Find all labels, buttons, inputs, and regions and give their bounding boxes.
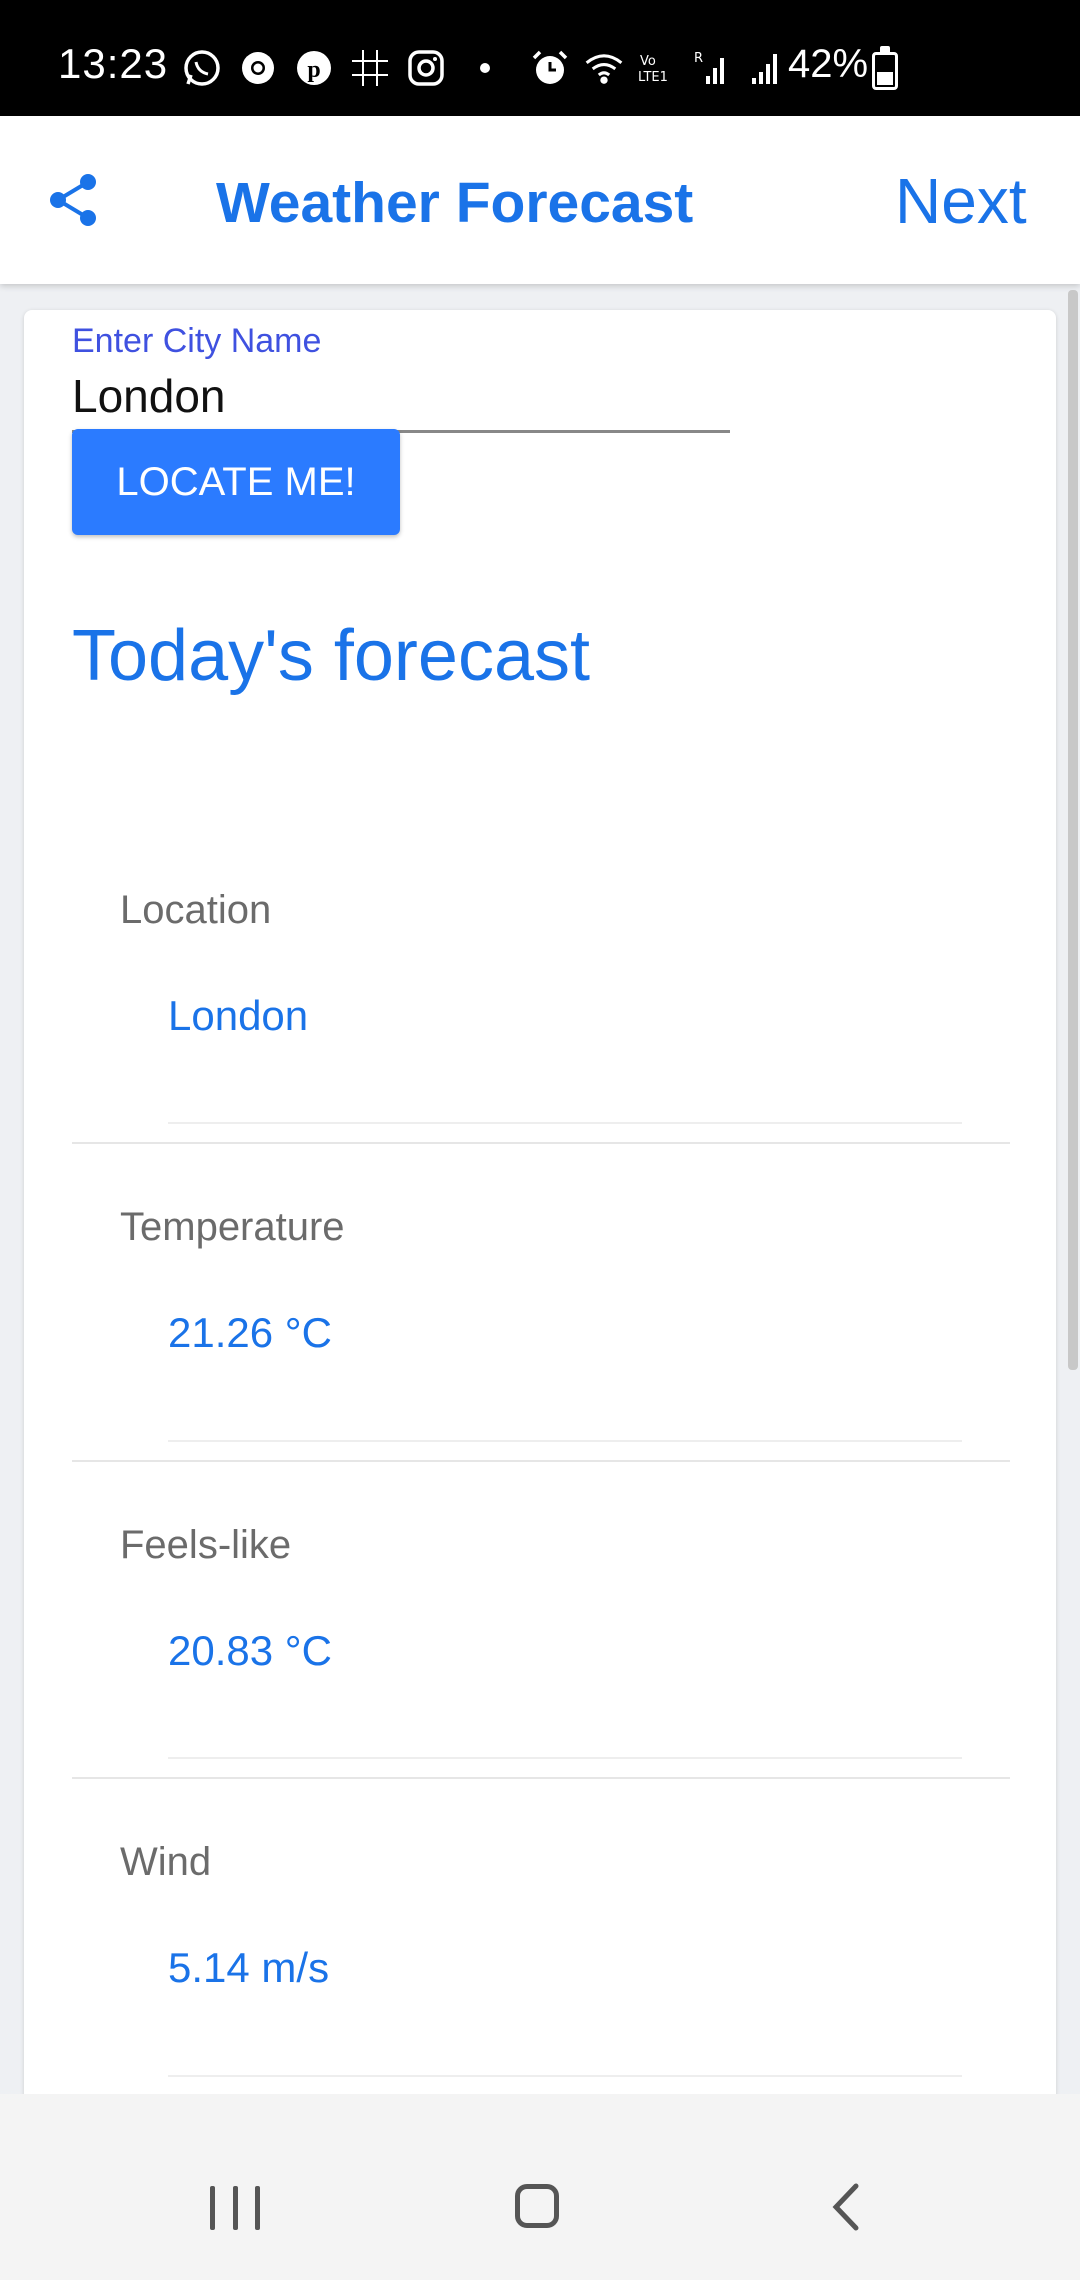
row-divider [72,1777,1010,1779]
forecast-card: Enter City Name LOCATE ME! Today's forec… [24,310,1056,2280]
chrome-icon [238,48,278,88]
battery-charging-icon [872,46,898,90]
row-value: 21.26 °C [168,1309,332,1356]
dot-icon [480,63,490,73]
pinterest-icon: p [294,48,334,88]
row-divider [72,1460,1010,1462]
row-label: Wind [120,1840,212,1884]
recent-apps-icon[interactable] [210,2186,260,2230]
locate-me-button[interactable]: LOCATE ME! [72,429,400,535]
app-title: Weather Forecast [216,171,694,235]
svg-text:p: p [307,57,320,83]
row-label: Feels-like [120,1523,292,1567]
city-input[interactable] [72,362,730,433]
svg-text:LTE1: LTE1 [638,70,668,85]
svg-text:R: R [694,51,703,66]
row-divider [72,1142,1010,1144]
notification-icons: p [182,48,490,88]
wifi-icon [584,48,624,88]
volte-icon: Vo LTE1 [638,48,678,88]
row-label: Location [120,888,272,932]
row-value: 20.83 °C [168,1627,332,1674]
city-field-label: Enter City Name [72,322,322,360]
row-inner-divider [168,2075,962,2077]
back-icon[interactable] [826,2182,866,2232]
alarm-icon [530,48,570,88]
status-time: 13:23 [58,40,169,87]
scrollbar[interactable] [1068,290,1078,1370]
app-bar: Weather Forecast Next [0,116,1080,284]
signal-icon [746,48,786,88]
sudoku-icon [350,48,390,88]
battery-percentage: 42% [788,42,869,86]
signal-icon: R [692,48,732,88]
row-inner-divider [168,1757,962,1759]
row-inner-divider [168,1440,962,1442]
share-icon[interactable] [46,172,102,228]
whatsapp-icon [182,48,222,88]
row-value: London [168,992,309,1039]
instagram-icon [406,48,446,88]
system-icons: Vo LTE1 R [530,48,786,88]
row-label: Temperature [120,1205,345,1249]
forecast-heading: Today's forecast [72,616,590,696]
home-icon[interactable] [515,2184,559,2228]
next-button[interactable]: Next [895,164,1027,238]
system-nav-bar [0,2094,1080,2280]
row-inner-divider [168,1122,962,1124]
svg-text:Vo: Vo [640,54,656,69]
row-value: 5.14 m/s [168,1944,330,1991]
status-bar: 13:23 p Vo LTE1 R 42% [0,0,1080,116]
